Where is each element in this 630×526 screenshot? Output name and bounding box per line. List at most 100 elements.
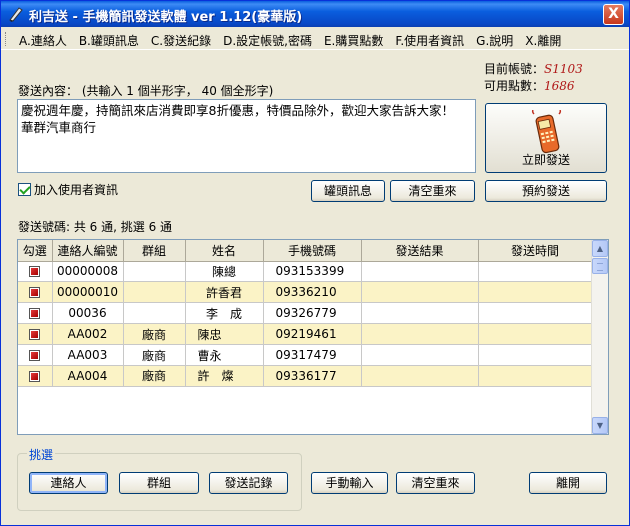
message-input[interactable]: 慶祝週年慶，持簡訊來店消費即享8折優惠，特價品除外，歡迎大家告訴大家！ 華群汽車… [17, 99, 476, 173]
cell-phone: 09336177 [263, 365, 362, 387]
cell-name: 許香君 [185, 281, 264, 304]
cell-contact-id: AA002 [52, 323, 124, 346]
select-groupbox-title: 挑選 [27, 446, 56, 463]
scroll-down-icon[interactable]: ▼ [592, 417, 608, 434]
group-button[interactable]: 群組 [119, 472, 199, 494]
pen-icon [9, 7, 23, 22]
menu-item-exit[interactable]: X.離開 [521, 31, 565, 50]
cell-phone: 09326779 [263, 302, 362, 325]
menu-item-canned-messages[interactable]: B.罐頭訊息 [75, 31, 143, 50]
row-checkbox[interactable] [29, 370, 41, 382]
menu-item-help[interactable]: G.說明 [472, 31, 517, 50]
cell-name: 李 成 [185, 302, 264, 325]
cell-time [478, 281, 593, 304]
vertical-scrollbar[interactable]: ▲ ▼ [591, 240, 608, 434]
column-header-group[interactable]: 群組 [123, 240, 186, 262]
table-row[interactable]: 00000008 陳總 093153399 [18, 261, 593, 283]
table-row[interactable]: 00000010 許香君 09336210 [18, 281, 593, 304]
recipient-summary: 發送號碼: 共 6 通, 挑選 6 通 [18, 220, 173, 234]
menu-grip [5, 32, 8, 46]
cell-time [478, 344, 593, 366]
mobile-phone-icon [531, 110, 562, 154]
title-bar: 利吉送 - 手機簡訊發送軟體 ver 1.12(豪華版) X [1, 1, 629, 27]
cell-contact-id: 00036 [52, 302, 124, 325]
cell-time [478, 261, 593, 283]
message-label: 發送內容： (共輸入 1 個半形字， 40 個全形字) [18, 84, 274, 98]
table-row[interactable]: AA003 廠商 曹永 09317479 [18, 344, 593, 366]
cell-time [478, 365, 593, 387]
canned-message-button[interactable]: 罐頭訊息 [311, 180, 385, 202]
cell-contact-id: AA004 [52, 365, 124, 387]
add-user-info-label: 加入使用者資訊 [34, 183, 119, 197]
row-checkbox[interactable] [29, 350, 41, 361]
add-user-info-checkbox[interactable] [18, 183, 31, 196]
cell-result [361, 365, 479, 387]
send-history-button[interactable]: 發送記錄 [209, 472, 288, 494]
table-header-row: 勾選 連絡人編號 群組 姓名 手機號碼 發送結果 發送時間 [18, 240, 593, 262]
clear-list-button[interactable]: 清空重來 [396, 472, 475, 494]
column-header-contact-id[interactable]: 連絡人編號 [52, 240, 124, 262]
table-row[interactable]: 00036 李 成 09326779 [18, 302, 593, 325]
cell-group [123, 281, 186, 304]
menu-item-account-settings[interactable]: D.設定帳號,密碼 [219, 31, 316, 50]
cell-contact-id: AA003 [52, 344, 124, 366]
cell-name: 陳總 [185, 261, 264, 283]
scroll-thumb[interactable] [592, 258, 608, 274]
cell-time [478, 323, 593, 346]
cell-phone: 093153399 [263, 261, 362, 283]
app-window: 利吉送 - 手機簡訊發送軟體 ver 1.12(豪華版) X A.連絡人 B.罐… [0, 0, 630, 526]
cell-name: 陳忠 [185, 323, 264, 346]
menu-item-contacts[interactable]: A.連絡人 [15, 31, 71, 50]
cell-time [478, 302, 593, 325]
cell-contact-id: 00000010 [52, 281, 124, 304]
row-checkbox[interactable] [29, 287, 41, 299]
cell-name: 曹永 [185, 344, 264, 366]
cell-phone: 09219461 [263, 323, 362, 346]
schedule-send-button[interactable]: 預約發送 [485, 180, 607, 202]
contacts-button[interactable]: 連絡人 [29, 472, 108, 494]
cell-name: 許 燦 [185, 365, 264, 387]
column-header-check[interactable]: 勾選 [18, 240, 53, 262]
menu-item-user-info[interactable]: F.使用者資訊 [391, 31, 468, 50]
menu-item-buy-points[interactable]: E.購買點數 [320, 31, 387, 50]
account-info: 目前帳號：S1103 可用點數：1686 [484, 61, 583, 95]
cell-result [361, 344, 479, 366]
account-label: 目前帳號： [484, 62, 545, 76]
menu-item-send-history[interactable]: C.發送紀錄 [147, 31, 215, 50]
cell-group [123, 261, 186, 283]
add-user-info-option[interactable]: 加入使用者資訊 [18, 181, 118, 198]
cell-result [361, 323, 479, 346]
row-checkbox[interactable] [29, 329, 41, 341]
exit-button[interactable]: 離開 [529, 472, 607, 494]
cell-contact-id: 00000008 [52, 261, 124, 283]
points-label: 可用點數： [484, 79, 545, 93]
table-row[interactable]: AA004 廠商 許 燦 09336177 [18, 365, 593, 387]
recipient-table: 勾選 連絡人編號 群組 姓名 手機號碼 發送結果 發送時間 00000008 陳… [17, 239, 609, 435]
cell-group [123, 302, 186, 325]
cell-result [361, 302, 479, 325]
account-value: S1103 [544, 62, 583, 76]
column-header-time[interactable]: 發送時間 [478, 240, 593, 262]
cell-phone: 09317479 [263, 344, 362, 366]
send-now-button[interactable]: 立即發送 [485, 103, 607, 173]
cell-phone: 09336210 [263, 281, 362, 304]
clear-message-button[interactable]: 清空重來 [390, 180, 475, 202]
column-header-result[interactable]: 發送結果 [361, 240, 479, 262]
row-checkbox[interactable] [29, 308, 41, 320]
table-row[interactable]: AA002 廠商 陳忠 09219461 [18, 323, 593, 346]
cell-result [361, 281, 479, 304]
column-header-phone[interactable]: 手機號碼 [263, 240, 362, 262]
row-checkbox[interactable] [29, 266, 41, 278]
scroll-up-icon[interactable]: ▲ [592, 240, 608, 257]
window-title: 利吉送 - 手機簡訊發送軟體 ver 1.12(豪華版) [29, 10, 303, 25]
send-now-label: 立即發送 [521, 153, 570, 167]
points-value: 1686 [544, 79, 575, 93]
column-header-name[interactable]: 姓名 [185, 240, 264, 262]
close-button[interactable]: X [603, 4, 624, 25]
manual-input-button[interactable]: 手動輸入 [311, 472, 388, 494]
cell-group: 廠商 [123, 365, 186, 387]
cell-group: 廠商 [123, 323, 186, 346]
cell-group: 廠商 [123, 344, 186, 366]
menu-bar: A.連絡人 B.罐頭訊息 C.發送紀錄 D.設定帳號,密碼 E.購買點數 F.使… [1, 28, 629, 50]
cell-result [361, 261, 479, 283]
